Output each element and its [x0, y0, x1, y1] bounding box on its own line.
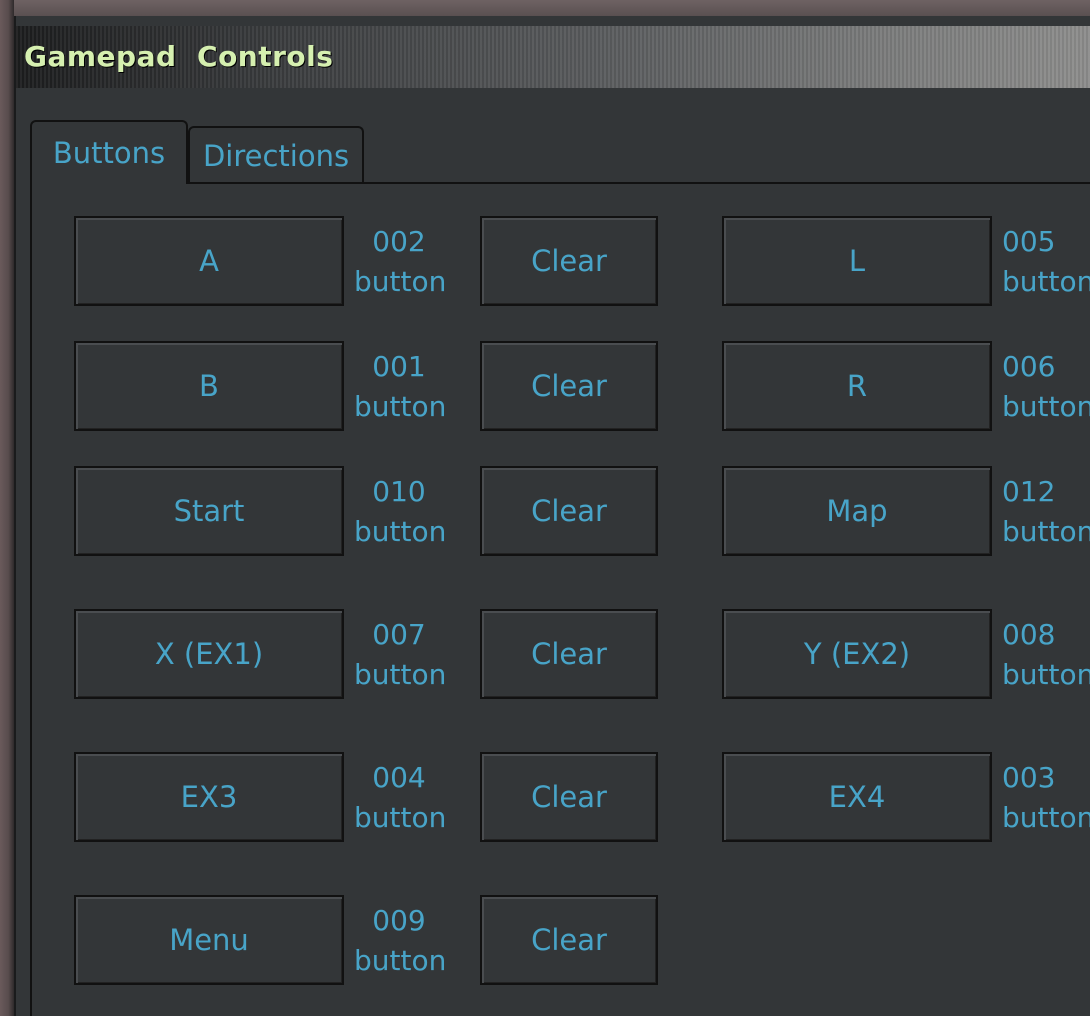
mapping-code-y-ex2: 008 button: [1002, 615, 1090, 695]
mapping-code-value: 008: [1002, 618, 1056, 651]
window-content: Buttons Directions A 002 button Clear B 0…: [16, 88, 1090, 1016]
map-button-x-ex1[interactable]: X (EX1): [74, 609, 344, 699]
mapping-code-type: button: [354, 944, 447, 977]
map-button-ex3[interactable]: EX3: [74, 752, 344, 842]
gamepad-controls-window: Gamepad Controls Buttons Directions A 00…: [14, 16, 1090, 1016]
title-bar[interactable]: Gamepad Controls: [16, 26, 1090, 88]
mapping-code-menu: 009 button: [354, 901, 447, 981]
clear-button-start[interactable]: Clear: [480, 466, 658, 556]
mapping-code-type: button: [1002, 658, 1090, 691]
mapping-code-value: 005: [1002, 225, 1056, 258]
map-button-b[interactable]: B: [74, 341, 344, 431]
buttons-tab-panel: A 002 button Clear B 001 button Clear Star…: [30, 182, 1090, 1016]
clear-button-ex3[interactable]: Clear: [480, 752, 658, 842]
map-button-a[interactable]: A: [74, 216, 344, 306]
map-button-r[interactable]: R: [722, 341, 992, 431]
mapping-code-b: 001 button: [354, 347, 447, 427]
tab-buttons[interactable]: Buttons: [30, 120, 188, 184]
map-button-menu[interactable]: Menu: [74, 895, 344, 985]
mapping-code-type: button: [1002, 265, 1090, 298]
mapping-code-type: button: [354, 265, 447, 298]
map-button-start[interactable]: Start: [74, 466, 344, 556]
clear-button-b[interactable]: Clear: [480, 341, 658, 431]
mapping-code-value: 004: [372, 761, 426, 794]
mapping-code-type: button: [1002, 515, 1090, 548]
clear-button-x-ex1[interactable]: Clear: [480, 609, 658, 699]
map-button-y-ex2[interactable]: Y (EX2): [722, 609, 992, 699]
window-title: Gamepad Controls: [24, 40, 334, 73]
mapping-code-value: 003: [1002, 761, 1056, 794]
mapping-code-map: 012 button: [1002, 472, 1090, 552]
mapping-code-value: 012: [1002, 475, 1056, 508]
mapping-code-start: 010 button: [354, 472, 447, 552]
mapping-code-x-ex1: 007 button: [354, 615, 447, 695]
map-button-map[interactable]: Map: [722, 466, 992, 556]
clear-button-menu[interactable]: Clear: [480, 895, 658, 985]
mapping-code-type: button: [354, 390, 447, 423]
mapping-code-l: 005 button: [1002, 222, 1090, 302]
clear-button-a[interactable]: Clear: [480, 216, 658, 306]
mapping-code-r: 006 button: [1002, 347, 1090, 427]
background-frame-left: [0, 0, 14, 1016]
mapping-code-ex3: 004 button: [354, 758, 447, 838]
mapping-code-a: 002 button: [354, 222, 447, 302]
mapping-code-value: 009: [372, 904, 426, 937]
mapping-code-value: 010: [372, 475, 426, 508]
mapping-code-type: button: [1002, 801, 1090, 834]
mapping-code-type: button: [354, 801, 447, 834]
tab-directions[interactable]: Directions: [188, 126, 364, 184]
mapping-code-type: button: [1002, 390, 1090, 423]
map-button-ex4[interactable]: EX4: [722, 752, 992, 842]
mapping-code-ex4: 003 button: [1002, 758, 1090, 838]
mapping-code-value: 001: [372, 350, 426, 383]
mapping-code-value: 007: [372, 618, 426, 651]
mapping-code-value: 002: [372, 225, 426, 258]
mapping-code-type: button: [354, 515, 447, 548]
mapping-code-type: button: [354, 658, 447, 691]
mapping-code-value: 006: [1002, 350, 1056, 383]
background-frame-top: [0, 0, 1090, 16]
map-button-l[interactable]: L: [722, 216, 992, 306]
